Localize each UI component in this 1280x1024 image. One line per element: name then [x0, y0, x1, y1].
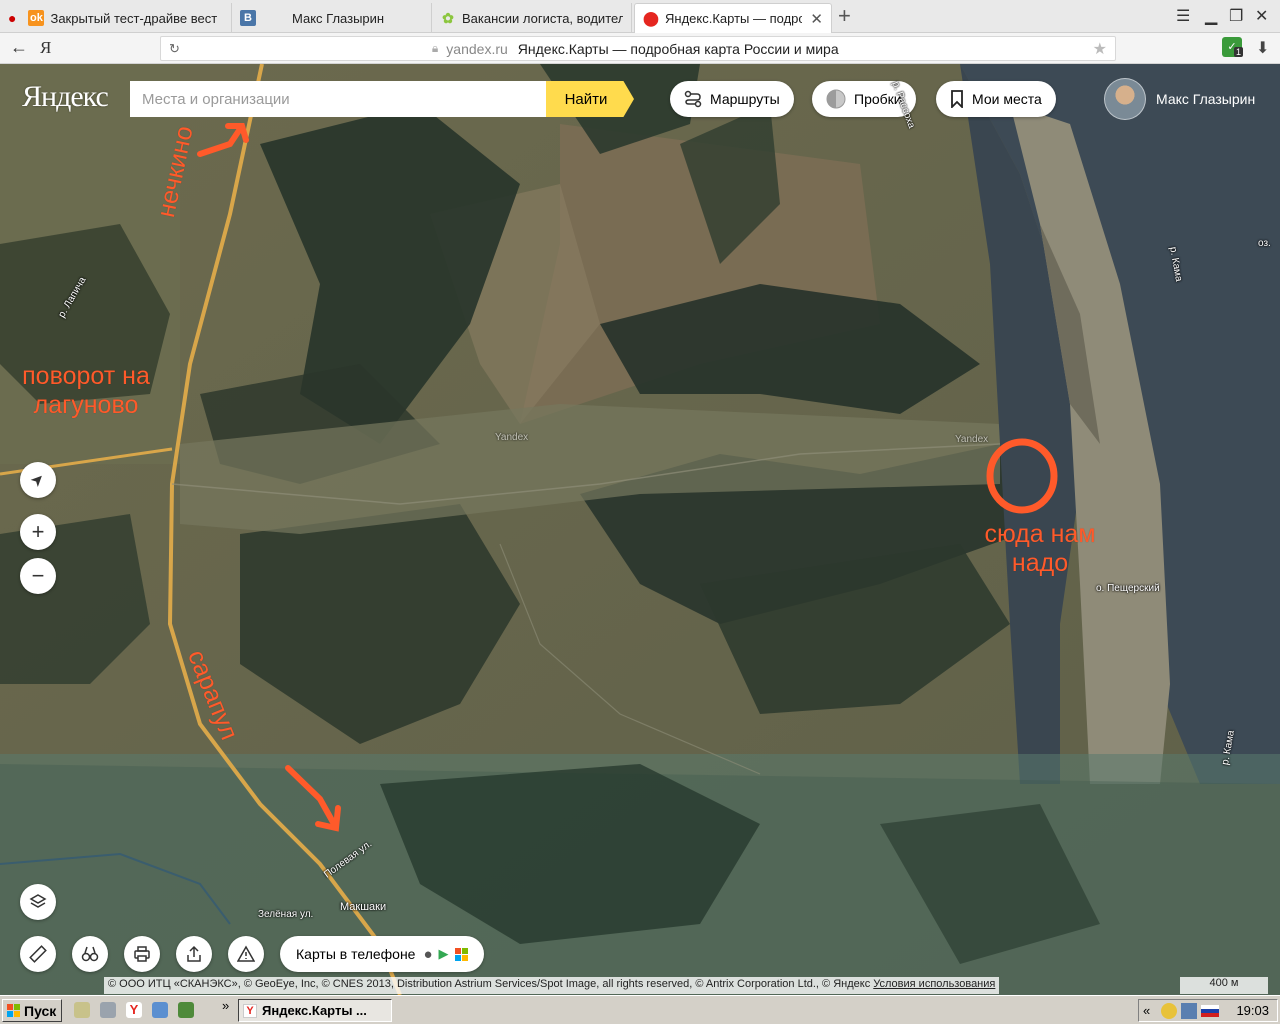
- taskbar-window-yandex-maps[interactable]: Y Яндекс.Карты ...: [238, 999, 392, 1022]
- report-error-button[interactable]: [228, 936, 264, 972]
- start-button[interactable]: Пуск: [2, 999, 62, 1022]
- close-window-icon[interactable]: ✕: [1255, 6, 1268, 26]
- antivirus-icon[interactable]: [1161, 1003, 1177, 1019]
- bookmark-icon: [950, 90, 964, 108]
- close-tab-icon[interactable]: ✕: [810, 10, 823, 28]
- scale-bar: 400 м: [1180, 977, 1268, 994]
- headhunter-icon: ✿: [442, 9, 454, 26]
- lock-icon: 🔒︎: [431, 41, 439, 55]
- quicklaunch-icon[interactable]: [74, 1002, 90, 1018]
- tab-headhunter[interactable]: ✿ Вакансии логиста, водител: [432, 3, 632, 33]
- task-label: Яндекс.Карты ...: [262, 1003, 367, 1018]
- minimize-icon[interactable]: ▁: [1205, 6, 1217, 26]
- yandex-browser-icon[interactable]: Y: [126, 1002, 142, 1018]
- url-field[interactable]: ↻ 🔒︎ yandex.ru Яндекс.Карты — подробная …: [160, 36, 1116, 61]
- navigation-arrow-icon: ➤: [27, 469, 50, 492]
- menu-icon[interactable]: ☰: [1176, 6, 1190, 26]
- ruler-icon: [29, 945, 47, 963]
- mobile-apps-button[interactable]: Карты в телефоне ● ▶: [280, 936, 484, 972]
- ruler-button[interactable]: [20, 936, 56, 972]
- bookmark-star-icon[interactable]: ★: [1093, 39, 1107, 59]
- extension-badge: 1: [1234, 47, 1244, 57]
- share-icon: [187, 945, 201, 962]
- vk-icon: B: [240, 10, 256, 26]
- network-icon[interactable]: [1181, 1003, 1197, 1019]
- layers-button[interactable]: [20, 884, 56, 920]
- tab-vk[interactable]: B Макс Глазырин: [232, 3, 432, 33]
- yandex-browser-icon: Y: [243, 1003, 257, 1018]
- quicklaunch-icon[interactable]: [178, 1002, 194, 1018]
- restore-icon[interactable]: ❐: [1229, 6, 1243, 26]
- binoculars-icon: [81, 946, 99, 962]
- tab-odnoklassniki[interactable]: ● ok Закрытый тест-драйве вест: [0, 3, 232, 33]
- yandex-browser-icon[interactable]: ●: [8, 10, 16, 26]
- avatar[interactable]: [1104, 78, 1146, 120]
- tab-title: Яндекс.Карты — подробн: [665, 11, 802, 26]
- browser-tabbar: ● ok Закрытый тест-драйве вест B Макс Гл…: [0, 0, 1280, 33]
- reload-icon[interactable]: ↻: [169, 41, 180, 57]
- zoom-in-button[interactable]: +: [20, 514, 56, 550]
- start-label: Пуск: [24, 1002, 57, 1019]
- warning-icon: [237, 945, 255, 962]
- street-label: Зелёная ул.: [258, 909, 314, 920]
- clock: 19:03: [1236, 1003, 1269, 1018]
- my-places-label: Мои места: [972, 91, 1042, 107]
- copyright-text: © ООО ИТЦ «СКАНЭКС», © GeoEye, Inc, © CN…: [108, 978, 871, 990]
- annotation-turn: поворот на лагуново: [22, 362, 150, 419]
- routes-button[interactable]: Маршруты: [670, 81, 794, 117]
- island-label: о. Пещерский: [1096, 583, 1160, 594]
- download-icon[interactable]: ⬇: [1256, 38, 1269, 58]
- share-button[interactable]: [176, 936, 212, 972]
- geolocation-button[interactable]: ➤: [20, 462, 56, 498]
- yandex-logo[interactable]: Яндекс: [22, 80, 109, 114]
- my-places-button[interactable]: Мои места: [936, 81, 1056, 117]
- terms-link[interactable]: Условия использования: [873, 978, 995, 990]
- yandex-maps-icon: ⬤: [643, 10, 659, 26]
- tab-yandex-maps[interactable]: ⬤ Яндекс.Карты — подробн ✕: [634, 3, 832, 33]
- route-icon: [684, 90, 702, 108]
- url-domain: yandex.ru: [446, 40, 508, 57]
- annotation-destination: сюда нам надо: [984, 520, 1096, 577]
- plus-icon: +: [31, 519, 45, 544]
- language-flag-icon[interactable]: [1201, 1005, 1219, 1017]
- panorama-button[interactable]: [72, 936, 108, 972]
- copyright-bar: © ООО ИТЦ «СКАНЭКС», © GeoEye, Inc, © CN…: [104, 977, 1000, 994]
- address-bar: ← Я ↻ 🔒︎ yandex.ru Яндекс.Карты — подроб…: [0, 33, 1280, 64]
- windows-logo-icon: [7, 1004, 20, 1017]
- odnoklassniki-icon: ok: [28, 10, 45, 26]
- zoom-out-button[interactable]: −: [20, 558, 56, 594]
- layers-icon: [29, 894, 47, 908]
- tab-title: Вакансии логиста, водител: [462, 10, 623, 26]
- user-name: Макс Глазырин: [1156, 91, 1256, 107]
- lake-label: оз.: [1258, 238, 1271, 249]
- printer-icon: [134, 946, 150, 962]
- watermark: Yandex: [495, 432, 529, 443]
- watermark: Yandex: [955, 434, 989, 445]
- routes-label: Маршруты: [710, 91, 780, 107]
- village-label: Макшаки: [340, 901, 387, 913]
- apple-icon: ●: [423, 945, 433, 963]
- windows-taskbar: Пуск Y » Y Яндекс.Карты ... « 19:03: [0, 995, 1280, 1024]
- back-button[interactable]: ←: [10, 37, 28, 58]
- tab-title: Макс Глазырин: [292, 10, 385, 26]
- google-play-icon: ▶: [438, 946, 449, 961]
- minus-icon: −: [31, 563, 45, 588]
- print-button[interactable]: [124, 936, 160, 972]
- tab-title: Закрытый тест-драйве вест: [50, 10, 218, 26]
- mobile-apps-label: Карты в телефоне: [296, 946, 416, 962]
- system-tray: « 19:03: [1138, 999, 1278, 1022]
- user-profile[interactable]: Макс Глазырин: [1104, 78, 1255, 120]
- map-viewport[interactable]: Яндекс Найти Маршруты Пробки Мои места М…: [0, 64, 1280, 995]
- yandex-home-button[interactable]: Я: [40, 38, 51, 58]
- quicklaunch-icon[interactable]: [100, 1002, 116, 1018]
- find-button[interactable]: Найти: [546, 81, 634, 117]
- traffic-icon: [826, 89, 846, 109]
- page-title: Яндекс.Карты — подробная карта России и …: [517, 40, 839, 57]
- quicklaunch-more[interactable]: »: [222, 998, 229, 1013]
- scale-label: 400 м: [1209, 977, 1239, 989]
- new-tab-button[interactable]: +: [838, 4, 851, 28]
- windows-icon: [454, 947, 468, 961]
- tray-expand[interactable]: «: [1143, 1003, 1150, 1018]
- quicklaunch-icon[interactable]: [152, 1002, 168, 1018]
